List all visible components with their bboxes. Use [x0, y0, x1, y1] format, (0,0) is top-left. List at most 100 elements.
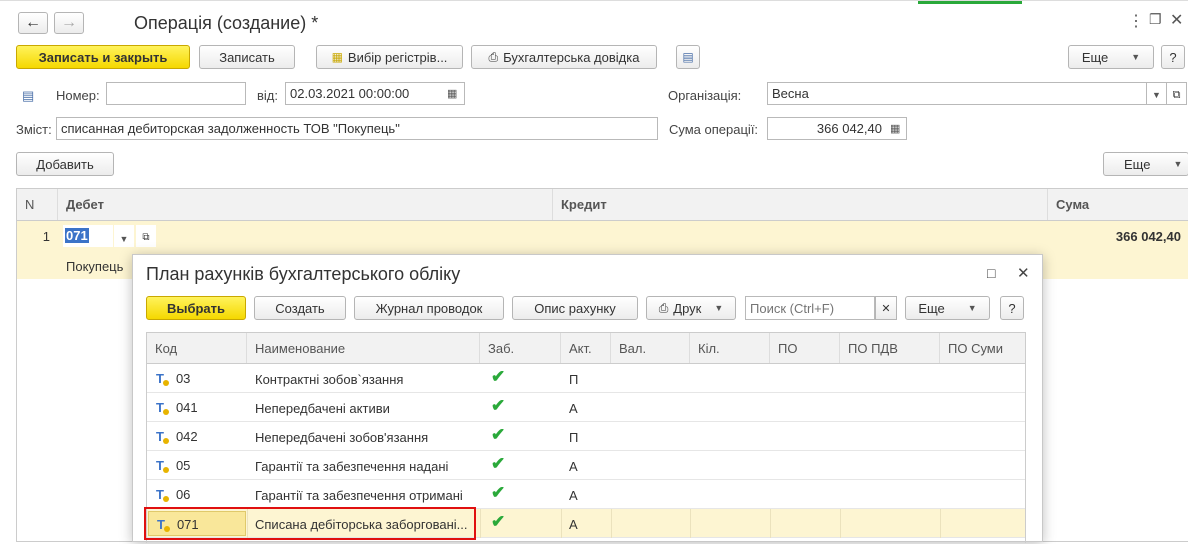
- more-actions-icon[interactable]: ⋮: [1128, 11, 1144, 31]
- select-button[interactable]: Выбрать: [146, 296, 246, 320]
- reference-label: Бухгалтерська довідка: [503, 49, 640, 65]
- account-name: Гарантії та забезпечення отримані: [255, 488, 463, 503]
- chevron-down-icon: ▼: [714, 303, 724, 313]
- journal-button[interactable]: Журнал проводок: [354, 296, 504, 320]
- org-dropdown-button[interactable]: ▼: [1146, 82, 1167, 105]
- help-button[interactable]: ?: [1161, 45, 1185, 69]
- table-row[interactable]: T 071 Списана дебіторська заборговані... ✔ А: [147, 509, 1025, 538]
- account-code-cell: T 041: [148, 395, 246, 420]
- account-name: Непередбачені активи: [255, 401, 390, 416]
- account-status-dot-icon: [163, 438, 169, 444]
- table-row[interactable]: T 03 Контрактні зобов`язання ✔ П: [147, 364, 1025, 393]
- debit-account-input[interactable]: 071: [63, 225, 113, 247]
- date-input[interactable]: 02.03.2021 00:00:00: [285, 82, 465, 105]
- col-code: Код: [147, 333, 247, 363]
- save-button[interactable]: Записать: [199, 45, 295, 69]
- col-po-vat: ПО ПДВ: [840, 333, 940, 363]
- account-type-icon: T: [156, 487, 169, 502]
- search-input[interactable]: [745, 296, 875, 320]
- date-label: від:: [257, 88, 278, 103]
- printer-icon: ⎙: [488, 50, 499, 64]
- chart-of-accounts-dialog: План рахунків бухгалтерського обліку □ ✕…: [132, 254, 1043, 544]
- account-type-icon: T: [156, 371, 169, 386]
- org-label: Організація:: [668, 88, 742, 103]
- tab-indicator: [918, 1, 1022, 4]
- date-value: 02.03.2021 00:00:00: [290, 86, 410, 101]
- account-status-dot-icon: [164, 526, 170, 532]
- org-open-button[interactable]: ⧉: [1166, 82, 1187, 105]
- account-code-cell: T 071: [148, 511, 246, 536]
- close-icon[interactable]: ✕: [1017, 264, 1030, 282]
- header-debit: Дебет: [58, 189, 553, 220]
- col-po-sum: ПО Суми: [948, 341, 1004, 356]
- create-button[interactable]: Создать: [254, 296, 346, 320]
- search-clear-button[interactable]: ✕: [875, 296, 897, 320]
- registers-icon: ▦: [331, 50, 343, 64]
- calculator-icon[interactable]: ▦: [890, 122, 900, 135]
- number-input[interactable]: [106, 82, 246, 105]
- row-number: 1: [42, 229, 50, 244]
- col-po: ПО: [770, 333, 840, 363]
- sum-input[interactable]: 366 042,40: [767, 117, 907, 140]
- col-type: Акт.: [561, 333, 611, 363]
- dialog-help-button[interactable]: ?: [1000, 296, 1024, 320]
- debit-account-open[interactable]: ⧉: [136, 225, 156, 247]
- describe-account-button[interactable]: Опис рахунку: [512, 296, 638, 320]
- open-icon: ⧉: [1172, 89, 1181, 101]
- account-type: П: [569, 430, 579, 445]
- document-icon-button[interactable]: ▤: [676, 45, 700, 69]
- calendar-icon[interactable]: ▦: [447, 87, 457, 100]
- arrow-left-icon: ←: [25, 14, 41, 31]
- col-off-balance: Заб.: [480, 333, 561, 363]
- open-icon: ⧉: [142, 232, 150, 243]
- maximize-icon[interactable]: □: [987, 265, 995, 281]
- dialog-more-button[interactable]: Еще ▼: [905, 296, 990, 320]
- chevron-down-icon: ▼: [119, 234, 129, 244]
- account-status-dot-icon: [163, 467, 169, 473]
- col-currency: Вал.: [611, 333, 690, 363]
- check-icon: ✔: [491, 425, 506, 444]
- check-icon: ✔: [491, 367, 506, 386]
- table-row[interactable]: T 041 Непередбачені активи ✔ А: [147, 393, 1025, 422]
- account-status-dot-icon: [163, 380, 169, 386]
- save-close-button[interactable]: Записать и закрыть: [16, 45, 190, 69]
- account-type: А: [569, 488, 578, 503]
- account-code-cell: T 042: [148, 424, 246, 449]
- restore-icon[interactable]: ❐: [1149, 11, 1162, 28]
- account-code: 041: [175, 400, 198, 415]
- registers-label: Вибір регістрів...: [347, 49, 448, 65]
- account-code: 06: [175, 487, 191, 502]
- account-status-dot-icon: [163, 496, 169, 502]
- grid-more-button[interactable]: Еще ▼: [1103, 152, 1188, 176]
- number-label: Номер:: [56, 88, 100, 103]
- more-label: Еще: [1081, 49, 1109, 65]
- reference-button[interactable]: ⎙ Бухгалтерська довідка: [471, 45, 657, 69]
- forward-button[interactable]: →: [54, 12, 84, 34]
- account-type-icon: T: [156, 458, 169, 473]
- accounts-rows: T 03 Контрактні зобов`язання ✔ П T 041 Непередб…: [144, 364, 1025, 544]
- document-icon: ▤: [682, 50, 694, 64]
- more-button[interactable]: Еще ▼: [1068, 45, 1154, 69]
- account-type: П: [569, 372, 579, 387]
- org-input[interactable]: Весна: [767, 82, 1147, 105]
- table-row[interactable]: T 042 Непередбачені зобов'язання ✔ П: [147, 422, 1025, 451]
- content-input[interactable]: списанная дебиторская задолженность ТОВ …: [56, 117, 658, 140]
- table-row[interactable]: T 05 Гарантії та забезпечення надані ✔ А: [147, 451, 1025, 480]
- content-label: Зміст:: [16, 122, 52, 137]
- chevron-down-icon: ▼: [1131, 52, 1141, 62]
- print-label: Друк: [673, 300, 702, 316]
- account-code: 03: [175, 371, 191, 386]
- accounts-table: Код Наименование Заб. Акт. Вал. Кіл. ПО …: [144, 332, 1026, 544]
- print-button[interactable]: ⎙ Друк ▼: [646, 296, 736, 320]
- account-type-icon: T: [157, 517, 170, 532]
- close-window-icon[interactable]: ✕: [1170, 10, 1183, 30]
- grid-more-label: Еще: [1124, 156, 1151, 172]
- back-button[interactable]: ←: [18, 12, 48, 34]
- table-row[interactable]: T 06 Гарантії та забезпечення отримані ✔ А: [147, 480, 1025, 509]
- registers-button[interactable]: ▦ Вибір регістрів...: [316, 45, 463, 69]
- debit-account-dropdown[interactable]: ▼: [114, 225, 134, 247]
- account-status-dot-icon: [163, 409, 169, 415]
- header-n: N: [17, 189, 58, 220]
- add-row-button[interactable]: Добавить: [16, 152, 114, 176]
- dialog-more-label: Еще: [918, 300, 945, 316]
